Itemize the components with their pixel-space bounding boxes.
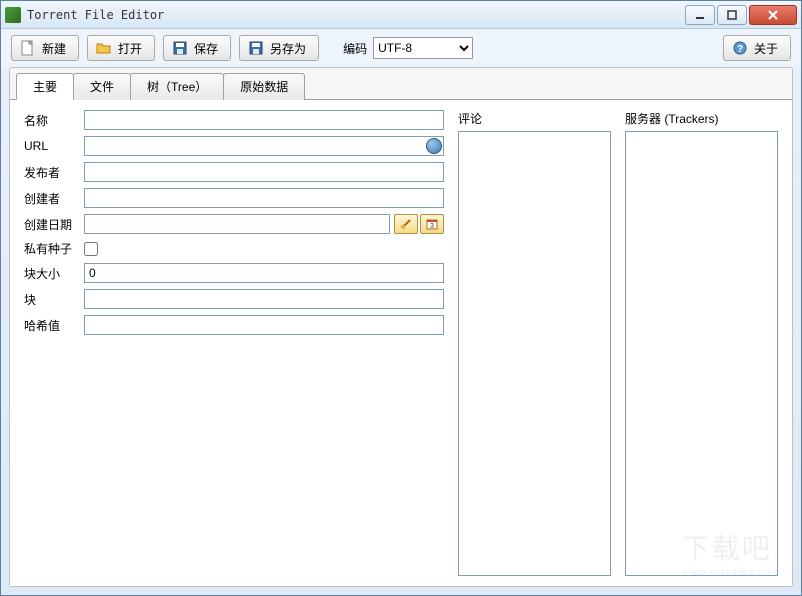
- form-area: 名称 URL 发布者 创建者: [24, 110, 444, 576]
- close-icon: [767, 10, 779, 20]
- encoding-select[interactable]: UTF-8: [373, 37, 473, 59]
- app-icon: [5, 7, 21, 23]
- save-button[interactable]: 保存: [163, 35, 231, 61]
- clear-date-button[interactable]: [394, 214, 418, 234]
- row-piece-size: 块大小: [24, 263, 444, 283]
- tab-raw[interactable]: 原始数据: [223, 73, 305, 100]
- name-label: 名称: [24, 112, 84, 129]
- save-icon: [172, 40, 188, 56]
- hash-input[interactable]: [84, 315, 444, 335]
- publisher-label: 发布者: [24, 164, 84, 181]
- tab-files[interactable]: 文件: [73, 73, 131, 100]
- row-hash: 哈希值: [24, 315, 444, 335]
- trackers-listbox[interactable]: [625, 131, 778, 576]
- open-button-label: 打开: [118, 40, 142, 57]
- tab-main[interactable]: 主要: [16, 73, 74, 100]
- maximize-icon: [727, 10, 737, 20]
- window-title: Torrent File Editor: [27, 8, 685, 22]
- close-button[interactable]: [749, 5, 797, 25]
- publisher-input[interactable]: [84, 162, 444, 182]
- globe-icon[interactable]: [426, 138, 442, 154]
- saveas-icon: [248, 40, 264, 56]
- encoding-label: 编码: [343, 40, 367, 57]
- brush-icon: [400, 218, 412, 230]
- row-url: URL: [24, 136, 444, 156]
- open-button[interactable]: 打开: [87, 35, 155, 61]
- trackers-label: 服务器 (Trackers): [625, 110, 778, 127]
- content-area: 主要 文件 树（Tree） 原始数据 名称 URL: [9, 67, 793, 587]
- svg-text:?: ?: [737, 44, 743, 55]
- name-input[interactable]: [84, 110, 444, 130]
- row-private: 私有种子: [24, 240, 444, 257]
- row-pieces: 块: [24, 289, 444, 309]
- hash-label: 哈希值: [24, 317, 84, 334]
- minimize-button[interactable]: [685, 5, 715, 25]
- row-created-date: 创建日期 3: [24, 214, 444, 234]
- new-button-label: 新建: [42, 40, 66, 57]
- saveas-button[interactable]: 另存为: [239, 35, 319, 61]
- calendar-icon: 3: [426, 218, 438, 230]
- new-button[interactable]: 新建: [11, 35, 79, 61]
- tab-panel-main: 名称 URL 发布者 创建者: [10, 99, 792, 586]
- new-file-icon: [20, 40, 36, 56]
- url-label: URL: [24, 139, 84, 153]
- creator-label: 创建者: [24, 190, 84, 207]
- folder-open-icon: [96, 40, 112, 56]
- saveas-button-label: 另存为: [270, 40, 306, 57]
- row-publisher: 发布者: [24, 162, 444, 182]
- about-button[interactable]: ? 关于: [723, 35, 791, 61]
- pick-date-button[interactable]: 3: [420, 214, 444, 234]
- minimize-icon: [695, 10, 705, 20]
- svg-text:3: 3: [430, 223, 434, 230]
- pieces-input[interactable]: [84, 289, 444, 309]
- encoding-group: 编码 UTF-8: [343, 37, 473, 59]
- window-controls: [685, 5, 797, 25]
- url-input-wrap: [84, 136, 444, 156]
- row-creator: 创建者: [24, 188, 444, 208]
- app-window: Torrent File Editor 新建 打开: [0, 0, 802, 596]
- url-input[interactable]: [84, 136, 444, 156]
- comment-column: 评论: [458, 110, 611, 576]
- date-buttons: 3: [394, 214, 444, 234]
- private-label: 私有种子: [24, 240, 84, 257]
- trackers-column: 服务器 (Trackers): [625, 110, 778, 576]
- maximize-button[interactable]: [717, 5, 747, 25]
- toolbar: 新建 打开 保存 另存为 编码 UTF-8: [1, 29, 801, 67]
- help-icon: ?: [732, 40, 748, 56]
- pieces-label: 块: [24, 291, 84, 308]
- created-date-label: 创建日期: [24, 216, 84, 233]
- tab-tree[interactable]: 树（Tree）: [130, 73, 224, 100]
- comment-textarea[interactable]: [458, 131, 611, 576]
- piece-size-input[interactable]: [84, 263, 444, 283]
- titlebar: Torrent File Editor: [1, 1, 801, 29]
- created-date-input[interactable]: [84, 214, 390, 234]
- about-button-label: 关于: [754, 40, 778, 57]
- piece-size-label: 块大小: [24, 265, 84, 282]
- row-name: 名称: [24, 110, 444, 130]
- comment-label: 评论: [458, 110, 611, 127]
- save-button-label: 保存: [194, 40, 218, 57]
- tab-strip: 主要 文件 树（Tree） 原始数据: [10, 72, 792, 99]
- private-checkbox[interactable]: [84, 242, 98, 256]
- creator-input[interactable]: [84, 188, 444, 208]
